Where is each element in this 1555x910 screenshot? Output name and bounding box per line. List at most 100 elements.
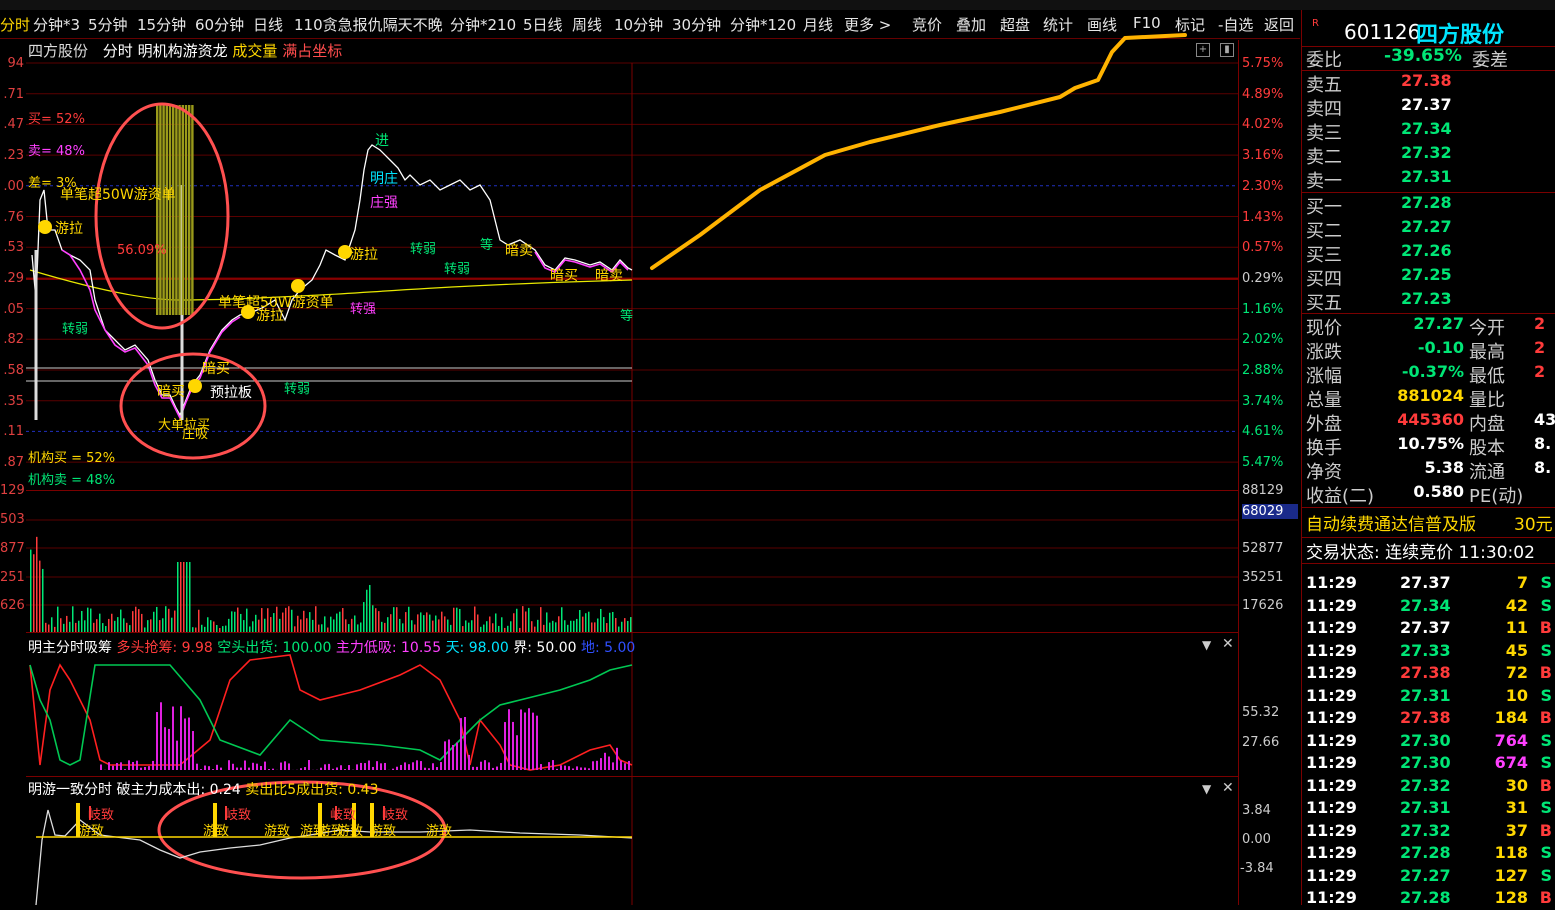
inst-buy-label: 机构买 = 52% [28,447,115,466]
ind2-bar [356,764,358,770]
tick-volume: 128 [1495,888,1528,907]
volume-bar [630,617,632,632]
volume-bar [90,609,92,632]
volume-bar [363,602,365,632]
volume-bar [369,585,371,632]
ind2-bar [272,769,274,770]
stat-value-2: 8. [1534,434,1551,453]
volume-bar [429,615,431,632]
mingzhuang-label: 明庄 [370,168,398,188]
zoom-icon[interactable]: + [1196,43,1210,57]
ind2-bar [428,768,430,770]
ind2-bar [208,766,210,770]
volume-bar [39,561,41,632]
volume-bar [63,624,65,632]
volume-bar [111,614,113,632]
hold-pct-label: 56.09% [117,243,167,258]
volume-bar [141,614,143,632]
ind2-bar [448,739,450,770]
ind2-bar [140,768,142,770]
ad-price: 30元 [1514,510,1553,535]
ask-row[interactable]: 卖三 27.34 [1306,119,1342,145]
bid-label: 买四 [1306,269,1342,290]
volume-bar [390,614,392,632]
ind2-bar [108,762,110,770]
tick-time: 11:29 [1306,866,1357,885]
ind2-bar [144,767,146,770]
ind2-bar [500,763,502,770]
volume-bar [174,611,176,632]
indicator2-plot [30,655,632,770]
tick-volume: 11 [1506,618,1528,637]
ind2-bar [524,712,526,770]
tick-side: S [1540,686,1552,705]
volume-bar [543,625,545,632]
bid-row[interactable]: 买一 27.28 [1306,193,1342,219]
volume-bar [189,562,191,632]
smiley-marker [188,379,202,393]
ind2-bar [148,766,150,770]
bid-row[interactable]: 买三 27.26 [1306,241,1342,267]
ask-row[interactable]: 卖五 27.38 [1306,71,1342,97]
ind2-bar [308,760,310,770]
ask-label: 卖二 [1306,147,1342,168]
ind2-bar [520,710,522,770]
ind2-axis-2: 27.66 [1242,735,1279,750]
tick-row: 11:29 27.38 72 B [1306,663,1552,685]
ind2-close-icon[interactable]: ✕ [1222,636,1234,652]
tick-price: 27.34 [1400,596,1451,615]
ind3-tag: 游致 [426,820,452,839]
tick-side: B [1540,618,1552,637]
tick-time: 11:29 [1306,888,1357,907]
volume-bar [315,606,317,632]
weicha-label: 委差 [1472,46,1508,72]
ind2-bar [492,768,494,770]
volume-bar [597,619,599,632]
volume-bar [138,609,140,632]
tick-price: 27.37 [1400,573,1451,592]
tick-time: 11:29 [1306,731,1357,750]
ask-row[interactable]: 卖四 27.37 [1306,95,1342,121]
volume-bar [534,627,536,632]
tick-row: 11:29 27.30 764 S [1306,731,1552,753]
inst-sell-label: 机构卖 = 48% [28,469,115,488]
volume-bar [537,620,539,632]
stat-label: 换手 [1306,438,1342,459]
volume-bar [507,626,509,632]
volume-bar [531,621,533,632]
stat-label: 涨幅 [1306,366,1342,387]
ind2-bar [244,761,246,770]
volume-bar [84,620,86,632]
smiley-marker [291,279,305,293]
ind3-collapse-icon[interactable]: ▼ [1202,782,1211,796]
zhuanqiang-label: 转强 [350,298,376,317]
ind2-bar [376,761,378,770]
indicator3-header: 明游一致分时 破主力成本出: 0.24 卖出比5成出货: 0.43 [28,779,379,799]
bid-row[interactable]: 买五 27.23 [1306,289,1342,315]
volume-bar [525,611,527,632]
tick-volume: 118 [1495,843,1528,862]
bid-row[interactable]: 买四 27.25 [1306,265,1342,291]
ask-row[interactable]: 卖一 27.31 [1306,167,1342,193]
volume-bar [168,609,170,632]
ind3-close-icon[interactable]: ✕ [1222,780,1234,796]
tick-side: S [1540,641,1552,660]
ind2-jie: 界: 50.00 [513,640,576,656]
stat-row: 净资 5.38 流通 8. [1306,458,1342,484]
stat-value-2: 8. [1534,458,1551,477]
ind2-collapse-icon[interactable]: ▼ [1202,638,1211,652]
tick-volume: 127 [1495,866,1528,885]
layout-icon[interactable]: ▮ [1220,43,1234,57]
volume-bar [357,624,359,632]
stat-label-2: 最高 [1469,338,1505,364]
ind2-bar [568,766,570,770]
volume-bar [441,612,443,632]
stat-value: 27.27 [1384,314,1464,333]
ad-banner[interactable]: 自动续费通达信普及版 30元 [1306,510,1476,535]
bid-row[interactable]: 买二 27.27 [1306,217,1342,243]
ask-row[interactable]: 卖二 27.32 [1306,143,1342,169]
ind2-axis-1: 55.32 [1242,705,1279,720]
anmai-label-3: 暗卖 [505,240,533,260]
ask-label: 卖三 [1306,123,1342,144]
ask-price: 27.38 [1401,71,1452,90]
